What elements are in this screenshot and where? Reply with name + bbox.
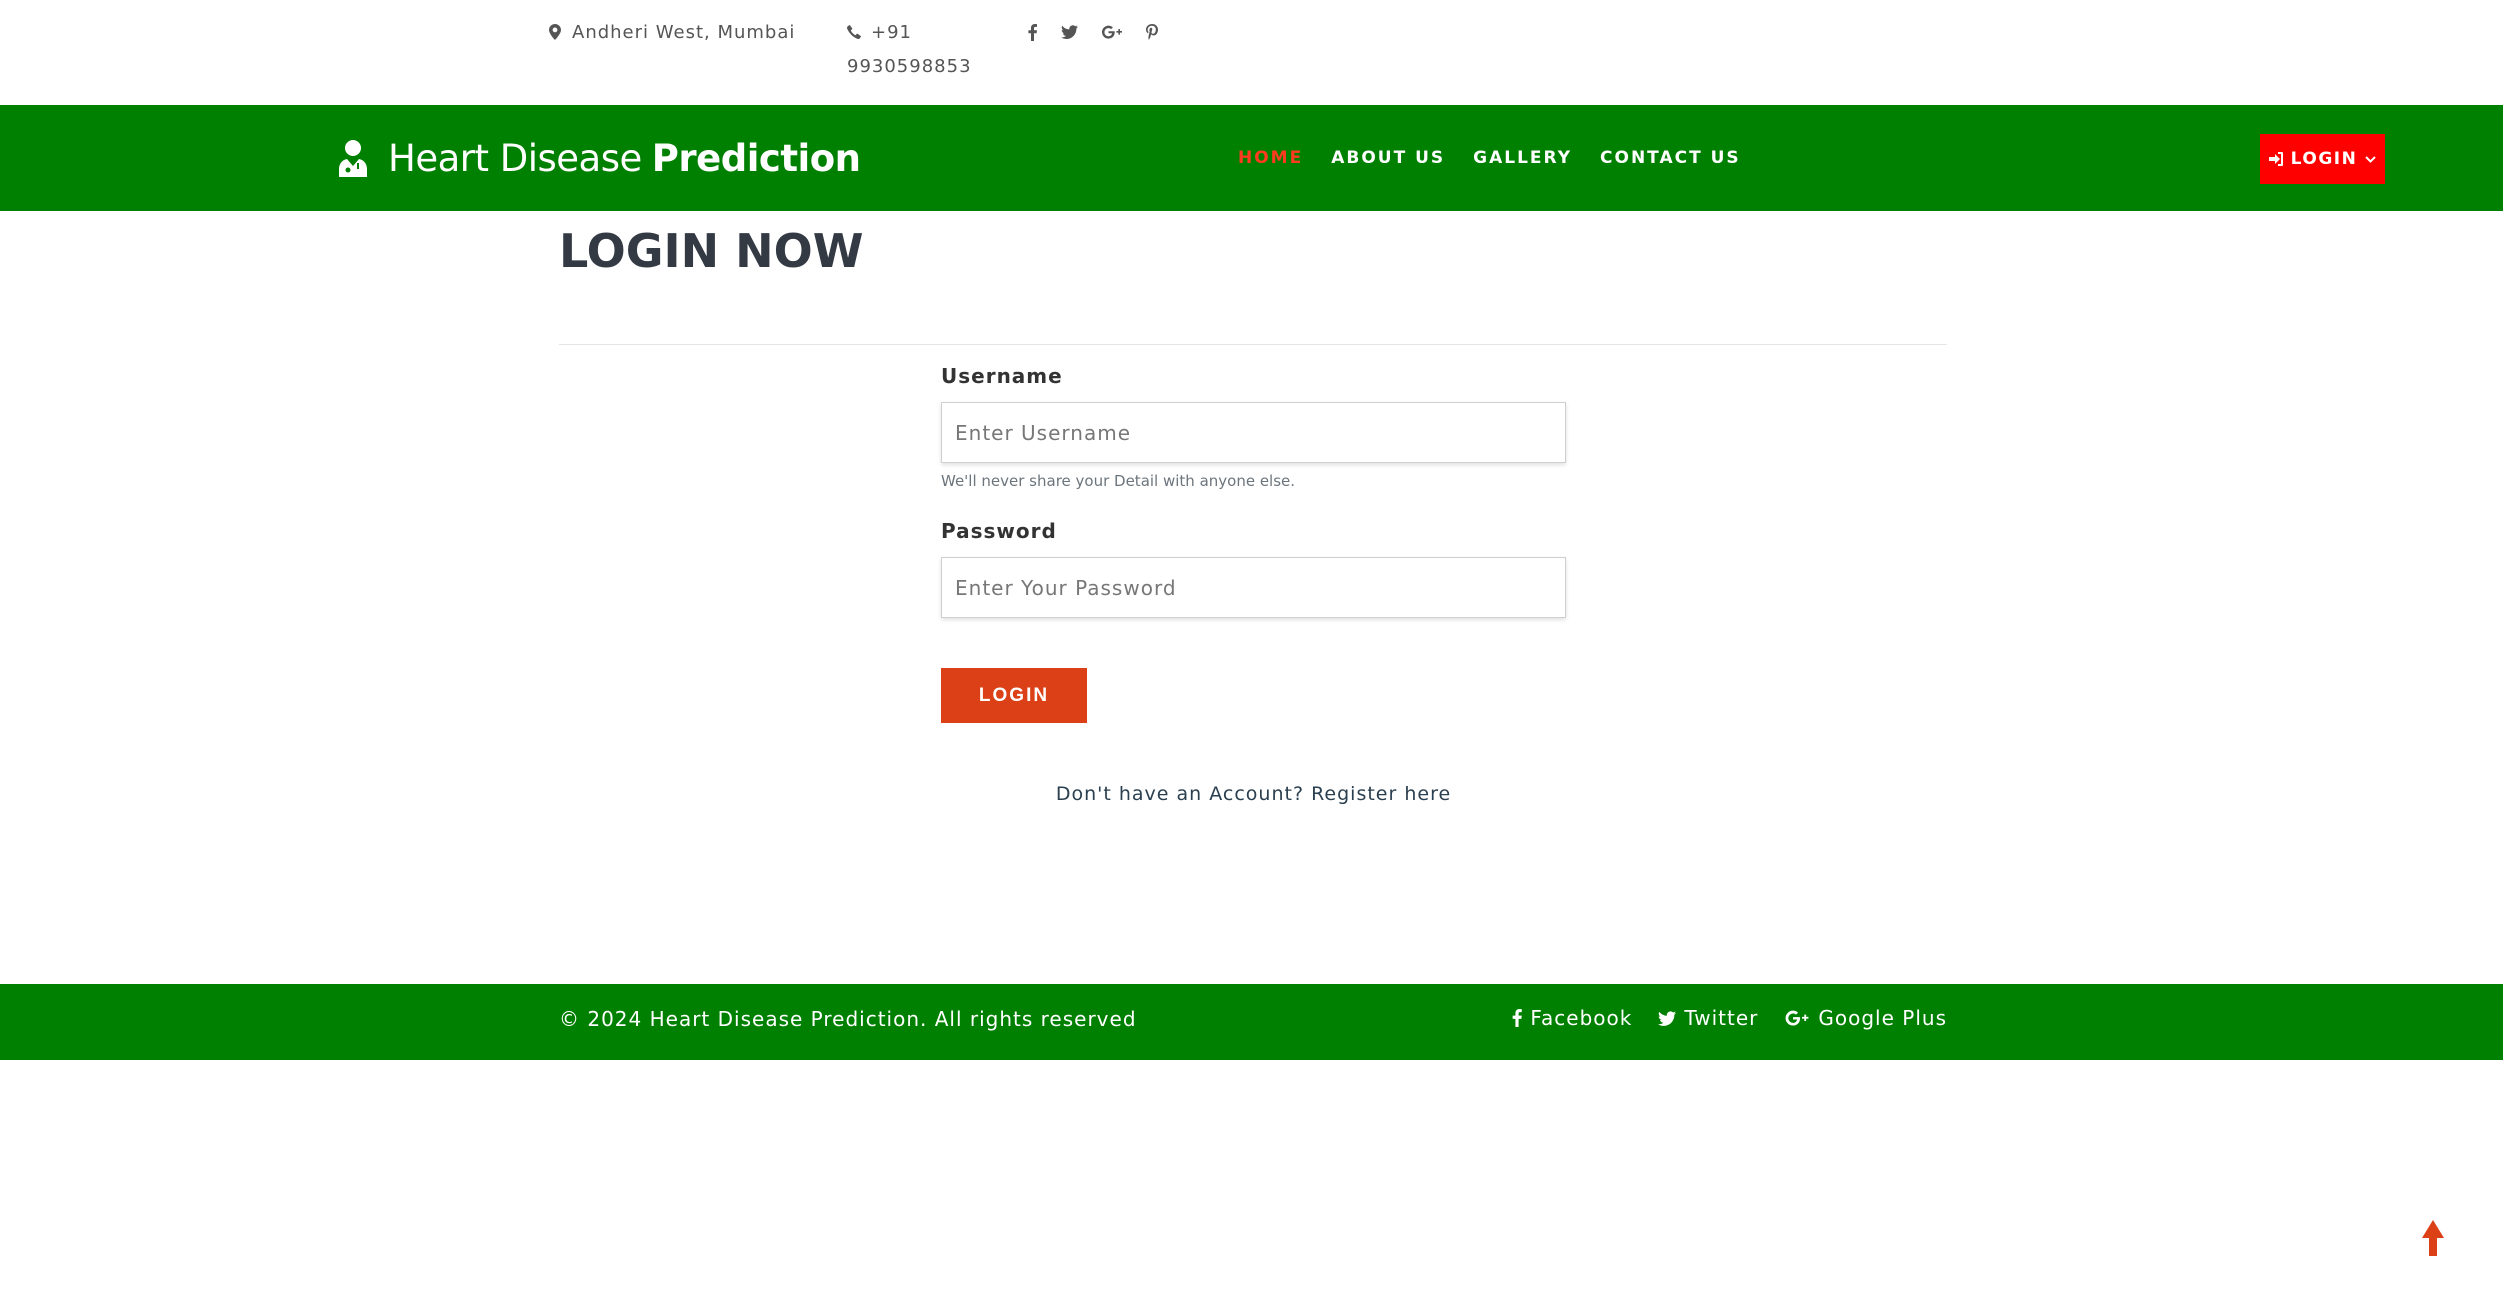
nav-link-gallery[interactable]: GALLERY	[1473, 144, 1572, 172]
facebook-icon	[1513, 1009, 1523, 1027]
title-divider	[559, 344, 1947, 345]
password-group: Password	[941, 519, 1566, 618]
phone: +91 9930598853	[846, 16, 977, 84]
footer-twitter-link[interactable]: Twitter	[1658, 1006, 1758, 1030]
google-plus-icon	[1785, 1010, 1809, 1026]
sign-in-icon	[2268, 152, 2283, 166]
register-link[interactable]: Don't have an Account? Register here	[941, 783, 1566, 805]
login-dropdown-label: LOGIN	[2290, 149, 2358, 169]
back-to-top-button[interactable]	[2422, 1220, 2444, 1256]
address-text: Andheri West, Mumbai	[572, 22, 796, 43]
google-plus-icon[interactable]	[1102, 20, 1122, 44]
doctor-icon	[339, 140, 367, 177]
footer: © 2024 Heart Disease Prediction. All rig…	[0, 984, 2503, 1060]
page-title: LOGIN NOW	[559, 224, 864, 278]
login-form: Username We'll never share your Detail w…	[941, 364, 1566, 723]
footer-google-plus-link[interactable]: Google Plus	[1784, 1006, 1947, 1030]
phone-icon	[846, 25, 861, 40]
footer-social-links: Facebook Twitter Google Plus	[1512, 1006, 1947, 1030]
footer-facebook-label: Facebook	[1530, 1006, 1633, 1030]
top-info-bar: Andheri West, Mumbai +91 9930598853	[0, 0, 2503, 105]
footer-google-plus-label: Google Plus	[1818, 1006, 1947, 1030]
username-input[interactable]	[941, 402, 1566, 463]
twitter-icon	[1658, 1010, 1677, 1026]
twitter-icon[interactable]	[1061, 20, 1078, 44]
username-label: Username	[941, 364, 1063, 388]
address: Andheri West, Mumbai	[548, 16, 795, 50]
brand-name-bold: Prediction	[651, 136, 861, 180]
map-marker-icon	[549, 24, 561, 40]
footer-facebook-link[interactable]: Facebook	[1512, 1006, 1632, 1030]
nav-link-about-us[interactable]: ABOUT US	[1331, 144, 1445, 172]
login-submit-button[interactable]: LOGIN	[941, 668, 1087, 723]
facebook-icon[interactable]	[1028, 20, 1037, 44]
password-label: Password	[941, 519, 1057, 543]
brand-logo[interactable]: Heart Disease Prediction	[336, 130, 861, 186]
nav-menu: HOME ABOUT US GALLERY CONTACT US	[1238, 144, 1769, 172]
nav-link-contact-us[interactable]: CONTACT US	[1600, 144, 1741, 172]
main-navbar: Heart Disease Prediction HOME ABOUT US G…	[0, 105, 2503, 211]
footer-twitter-label: Twitter	[1684, 1006, 1759, 1030]
brand-name-light: Heart Disease	[388, 136, 642, 180]
chevron-down-icon	[2365, 155, 2377, 163]
phone-text: +91 9930598853	[847, 22, 972, 77]
top-social-links	[1028, 20, 1158, 44]
arrow-up-icon	[2422, 1220, 2444, 1256]
username-help-text: We'll never share your Detail with anyon…	[941, 472, 1296, 490]
pinterest-icon[interactable]	[1146, 20, 1158, 44]
login-dropdown-button[interactable]: LOGIN	[2260, 134, 2385, 184]
copyright-text: © 2024 Heart Disease Prediction. All rig…	[559, 1007, 1137, 1031]
nav-link-home[interactable]: HOME	[1238, 144, 1303, 172]
password-input[interactable]	[941, 557, 1566, 618]
